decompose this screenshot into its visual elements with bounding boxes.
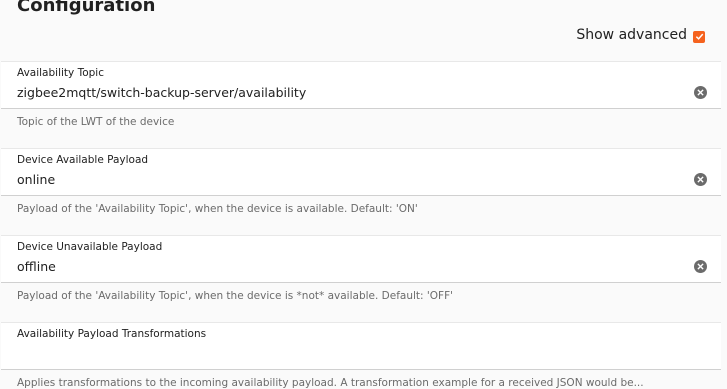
device-unavailable-payload-input[interactable]: offline bbox=[17, 259, 56, 274]
availability-payload-transformations-field[interactable]: Availability Payload Transformations bbox=[1, 322, 721, 370]
page-title: Configuration bbox=[17, 0, 156, 16]
clear-icon[interactable] bbox=[694, 173, 707, 186]
device-unavailable-payload-field[interactable]: Device Unavailable Payload offline bbox=[1, 235, 721, 283]
show-advanced-toggle[interactable]: Show advanced bbox=[576, 27, 705, 43]
field-helper-text: Payload of the 'Availability Topic', whe… bbox=[17, 203, 418, 215]
checkmark-icon bbox=[695, 33, 703, 40]
availability-topic-input[interactable]: zigbee2mqtt/switch-backup-server/availab… bbox=[17, 85, 306, 100]
field-label: Availability Payload Transformations bbox=[17, 328, 207, 340]
clear-icon[interactable] bbox=[694, 260, 707, 273]
field-label: Availability Topic bbox=[17, 67, 104, 79]
clear-icon[interactable] bbox=[694, 86, 707, 99]
show-advanced-label: Show advanced bbox=[576, 27, 687, 43]
device-available-payload-field[interactable]: Device Available Payload online bbox=[1, 148, 721, 196]
availability-topic-field[interactable]: Availability Topic zigbee2mqtt/switch-ba… bbox=[1, 61, 721, 109]
field-helper-text: Applies transformations to the incoming … bbox=[17, 377, 644, 389]
field-helper-text: Topic of the LWT of the device bbox=[17, 116, 175, 128]
field-label: Device Unavailable Payload bbox=[17, 241, 163, 253]
show-advanced-checkbox[interactable] bbox=[693, 30, 705, 43]
field-label: Device Available Payload bbox=[17, 154, 149, 166]
device-available-payload-input[interactable]: online bbox=[17, 172, 55, 187]
field-helper-text: Payload of the 'Availability Topic', whe… bbox=[17, 290, 454, 302]
